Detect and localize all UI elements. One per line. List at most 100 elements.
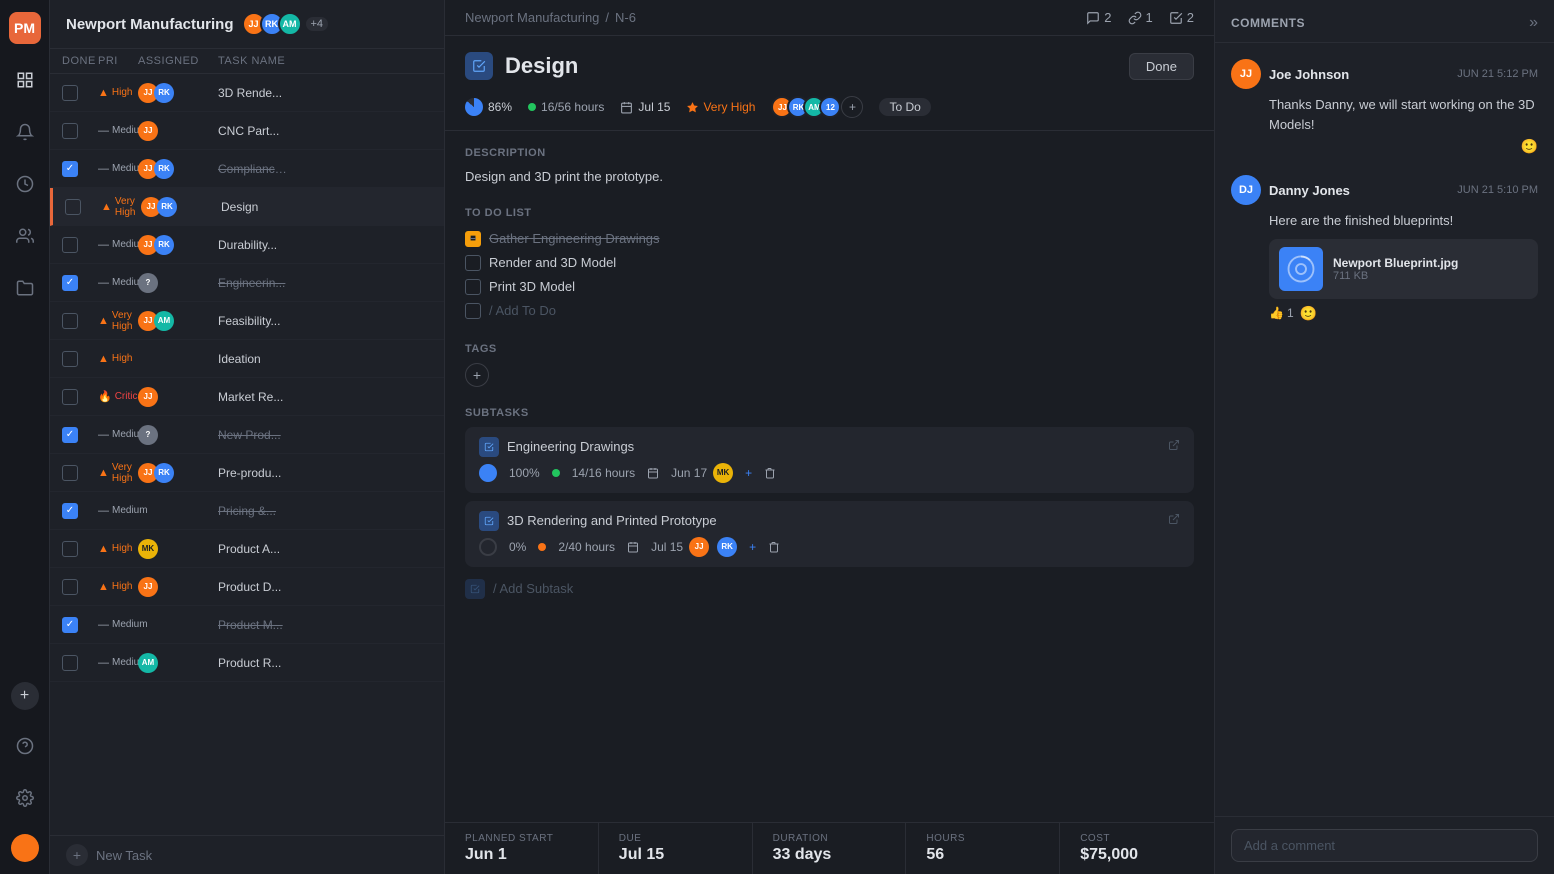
add-reaction-button[interactable]: 🙂 (1300, 305, 1317, 322)
subtask-add-assignee[interactable]: + (749, 540, 756, 554)
comment-reactions: 👍 1 🙂 (1231, 305, 1538, 322)
subtask-external-link[interactable] (1168, 439, 1180, 454)
due-label: DUE (619, 833, 732, 844)
done-button[interactable]: Done (1129, 53, 1194, 80)
task-row[interactable]: ▲ High Ideation (50, 340, 444, 378)
task-checkbox[interactable] (62, 313, 78, 329)
sidebar-user-avatar[interactable] (11, 834, 39, 862)
task-row[interactable]: — Medium JJ RK Durability... (50, 226, 444, 264)
todo-checkbox[interactable]: ■ (465, 231, 481, 247)
task-rows: ▲ High JJ RK 3D Rende... — Medium JJ CNC… (50, 74, 444, 835)
new-task-row[interactable]: + New Task (50, 835, 444, 874)
assigned-avatars: AM (138, 653, 218, 673)
todo-checkbox[interactable] (465, 279, 481, 295)
subtask-delete-icon[interactable] (764, 467, 776, 479)
comment-avatar: DJ (1231, 175, 1261, 205)
subtask-add-assignee[interactable]: + (745, 466, 752, 480)
assigned-avatars: JJ RK (138, 235, 218, 255)
sidebar-home-icon[interactable] (9, 64, 41, 96)
task-checkbox[interactable] (62, 541, 78, 557)
task-row[interactable]: — Medium JJ CNC Part... (50, 112, 444, 150)
task-row[interactable]: ▲ High MK Product A... (50, 530, 444, 568)
subtask-external-link[interactable] (1168, 513, 1180, 528)
task-name: Product M... (218, 618, 288, 632)
task-checkbox[interactable] (62, 123, 78, 139)
task-checkbox[interactable] (62, 389, 78, 405)
task-row[interactable]: 🔥 Critical JJ Market Re... (50, 378, 444, 416)
col-done: DONE (62, 55, 98, 67)
avatar: RK (154, 235, 174, 255)
task-checkbox[interactable] (65, 199, 81, 215)
task-row[interactable]: ▲ Very High JJ RK Design (50, 188, 444, 226)
breadcrumb-sep: / (605, 10, 609, 25)
sidebar-add-button[interactable]: + (11, 682, 39, 710)
task-row[interactable]: ✓ — Medium ? Engineerin... (50, 264, 444, 302)
task-assignees: JJ RK AM 12 + (771, 96, 863, 118)
add-todo-button[interactable]: / Add To Do (465, 299, 1194, 323)
task-row[interactable]: ✓ — Medium JJ RK Compliance... (50, 150, 444, 188)
task-row[interactable]: ✓ — Medium Product M... (50, 606, 444, 644)
task-row[interactable]: ▲ Very High JJ RK Pre-produ... (50, 454, 444, 492)
task-checkbox[interactable] (62, 655, 78, 671)
task-row[interactable]: ✓ — Medium ? New Prod... (50, 416, 444, 454)
task-checkbox[interactable]: ✓ (62, 161, 78, 177)
attachment-name: Newport Blueprint.jpg (1333, 256, 1458, 270)
tags-label: TAGS (465, 343, 1194, 355)
task-checkbox[interactable] (62, 579, 78, 595)
comments-collapse-button[interactable]: » (1529, 14, 1538, 32)
add-subtask-button[interactable]: / Add Subtask (465, 575, 1194, 603)
footer-due: DUE Jul 15 (599, 823, 753, 874)
reaction-emoji: 👍 (1269, 306, 1284, 320)
reaction-thumbsup[interactable]: 👍 1 (1269, 306, 1294, 320)
priority-badge: ▲ High (98, 581, 138, 593)
progress-circle (465, 98, 483, 116)
assignees-meta: JJ RK AM 12 + (771, 96, 863, 118)
subtasks-meta: 2 (1169, 10, 1194, 25)
sidebar-settings-icon[interactable] (9, 782, 41, 814)
task-name: Pre-produ... (218, 466, 288, 480)
assigned-avatars: ? (138, 273, 218, 293)
task-checkbox[interactable]: ✓ (62, 503, 78, 519)
add-reaction-button[interactable]: 🙂 (1521, 138, 1538, 155)
priority-badge: — Medium (98, 619, 138, 631)
planned-start-label: PLANNED START (465, 833, 578, 844)
comments-body: JJ Joe Johnson JUN 21 5:12 PM Thanks Dan… (1215, 43, 1554, 816)
add-subtask-label: / Add Subtask (493, 581, 573, 596)
todo-label: TO DO LIST (465, 207, 1194, 219)
task-name: Product R... (218, 656, 288, 670)
breadcrumb-project[interactable]: Newport Manufacturing (465, 10, 599, 25)
app-logo[interactable]: PM (9, 12, 41, 44)
comment-header: JJ Joe Johnson JUN 21 5:12 PM (1231, 59, 1538, 89)
status-chip[interactable]: To Do (879, 98, 930, 116)
avatar: 12 (819, 96, 841, 118)
footer-hours: HOURS 56 (906, 823, 1060, 874)
comment-input[interactable] (1231, 829, 1538, 862)
assigned-avatars: JJ RK (138, 83, 218, 103)
priority-badge: ▲ High (98, 87, 138, 99)
task-row[interactable]: ▲ Very High JJ AM Feasibility... (50, 302, 444, 340)
task-checkbox[interactable] (62, 465, 78, 481)
subtask-avatar: MK (713, 463, 733, 483)
priority-badge: — Medium (98, 163, 138, 175)
sidebar-help-icon[interactable] (9, 730, 41, 762)
todo-checkbox[interactable] (465, 255, 481, 271)
task-row[interactable]: ✓ — Medium Pricing &... (50, 492, 444, 530)
priority-badge: ▲ Very High (98, 462, 138, 484)
task-checkbox[interactable] (62, 237, 78, 253)
task-row[interactable]: ▲ High JJ RK 3D Rende... (50, 74, 444, 112)
task-row[interactable]: ▲ High JJ Product D... (50, 568, 444, 606)
subtask-meta: 0% 2/40 hours Jul 15 JJ RK + (479, 537, 1180, 557)
task-checkbox[interactable]: ✓ (62, 275, 78, 291)
add-assignee-button[interactable]: + (841, 96, 863, 118)
add-tag-button[interactable]: + (465, 363, 489, 387)
task-checkbox[interactable]: ✓ (62, 617, 78, 633)
sidebar-users-icon[interactable] (9, 220, 41, 252)
sidebar-clock-icon[interactable] (9, 168, 41, 200)
task-checkbox[interactable] (62, 351, 78, 367)
task-checkbox[interactable] (62, 85, 78, 101)
task-row[interactable]: — Medium AM Product R... (50, 644, 444, 682)
sidebar-folder-icon[interactable] (9, 272, 41, 304)
task-checkbox[interactable]: ✓ (62, 427, 78, 443)
sidebar-bell-icon[interactable] (9, 116, 41, 148)
subtask-delete-icon[interactable] (768, 541, 780, 553)
